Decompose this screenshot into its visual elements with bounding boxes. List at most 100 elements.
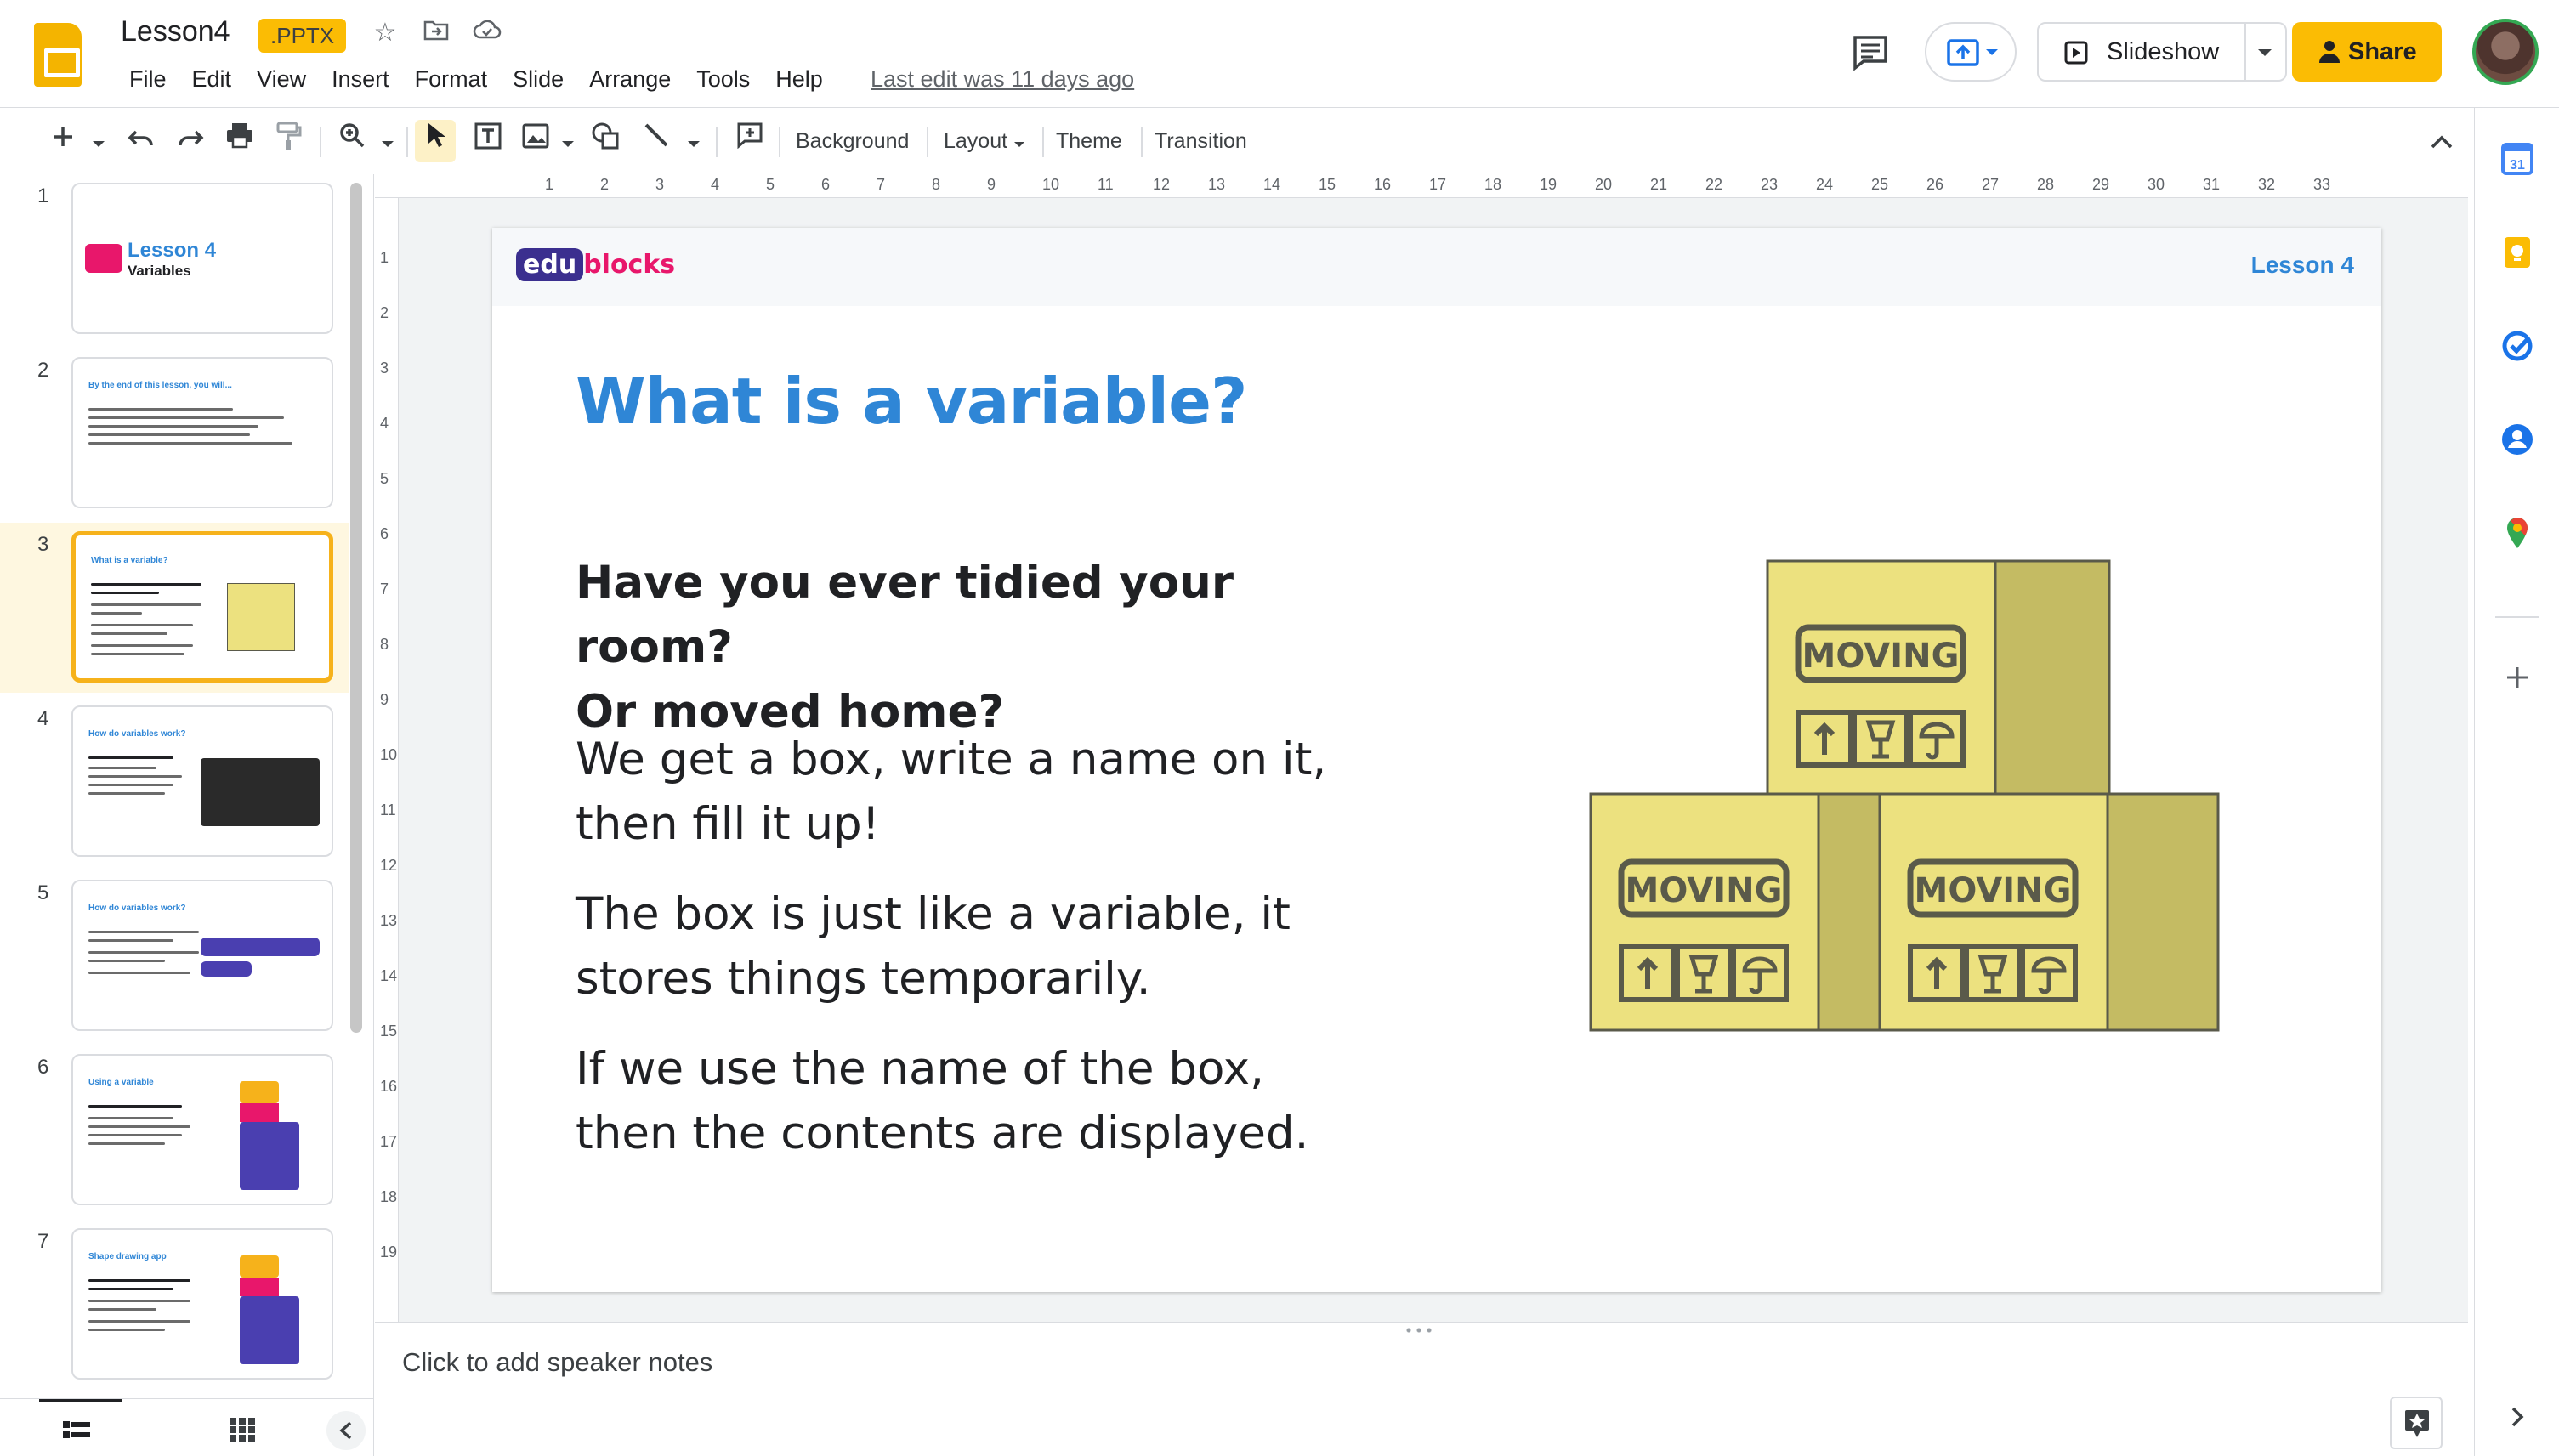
slide-thumbnail[interactable]: Shape drawing app <box>71 1228 333 1380</box>
slideshow-label: Slideshow <box>2107 38 2220 65</box>
contacts-icon[interactable] <box>2500 422 2534 456</box>
filmstrip-slide-2[interactable]: 2 By the end of this lesson, you will... <box>0 348 349 518</box>
theme-button[interactable]: Theme <box>1049 122 1129 161</box>
filmstrip-view-icon[interactable] <box>63 1419 90 1444</box>
speaker-notes[interactable]: Click to add speaker notes <box>375 1337 2468 1456</box>
cloud-status-icon[interactable] <box>471 17 503 49</box>
document-title[interactable]: Lesson4 <box>121 15 230 48</box>
text-box-icon[interactable] <box>471 122 505 161</box>
filmstrip-slide-7[interactable]: 7 Shape drawing app <box>0 1220 349 1390</box>
redo-icon[interactable] <box>173 122 207 161</box>
filmstrip-slide-5[interactable]: 5 How do variables work? <box>0 871 349 1041</box>
grid-view-icon[interactable] <box>230 1418 255 1446</box>
present-to-meeting-button[interactable] <box>1925 22 2017 82</box>
slide[interactable]: edu blocks Lesson 4 What is a variable? H… <box>492 228 2381 1292</box>
ruler-tick-label: 17 <box>380 1133 398 1150</box>
menu-tools[interactable]: Tools <box>686 65 760 94</box>
ruler-tick-label: 16 <box>1374 176 1392 193</box>
vertical-ruler[interactable]: 1 2 3 4 5 6 7 8 9 10 11 12 13 14 15 16 17 18 19 <box>375 198 399 1322</box>
ruler-tick-label: 5 <box>766 176 775 193</box>
menu-arrange[interactable]: Arrange <box>579 65 681 94</box>
collapse-toolbar-chevron-up-icon[interactable] <box>2430 127 2454 156</box>
slide-title[interactable]: What is a variable? <box>576 364 1247 439</box>
new-slide-chevron-icon[interactable] <box>88 122 109 161</box>
calendar-icon[interactable]: 31 <box>2500 142 2534 176</box>
menu-view[interactable]: View <box>247 65 316 94</box>
ruler-tick-label: 15 <box>1319 176 1336 193</box>
slide-thumbnail[interactable]: By the end of this lesson, you will... <box>71 357 333 508</box>
slide-question-text[interactable]: Have you ever tidied your room? Or moved… <box>576 551 1392 745</box>
slides-logo-icon[interactable] <box>34 23 82 87</box>
share-button[interactable]: Share <box>2292 22 2442 82</box>
get-add-ons-plus-icon[interactable] <box>2500 660 2534 694</box>
menu-edit[interactable]: Edit <box>182 65 242 94</box>
slide-number: 1 <box>37 184 49 207</box>
comments-icon[interactable] <box>1850 34 1891 71</box>
slide-thumbnail[interactable]: How do variables work? <box>71 880 333 1031</box>
notes-resize-handle[interactable] <box>375 1322 2468 1337</box>
layout-button[interactable]: Layout <box>937 122 1032 161</box>
layout-label: Layout <box>944 129 1008 153</box>
slide-thumbnail[interactable]: Lesson 4 Variables <box>71 183 333 334</box>
slide-number: 6 <box>37 1056 49 1079</box>
slide-thumbnail[interactable]: How do variables work? <box>71 705 333 857</box>
collapse-filmstrip-button[interactable] <box>326 1411 366 1450</box>
ruler-tick-label: 16 <box>380 1078 398 1095</box>
menu-slide[interactable]: Slide <box>502 65 574 94</box>
ruler-tick-label: 8 <box>380 636 389 653</box>
menu-insert[interactable]: Insert <box>321 65 400 94</box>
speaker-notes-placeholder[interactable]: Click to add speaker notes <box>402 1347 712 1378</box>
star-icon[interactable]: ☆ <box>369 17 401 49</box>
layout-chevron-icon <box>1014 142 1025 147</box>
line-icon[interactable] <box>639 122 673 161</box>
slideshow-dropdown-button[interactable] <box>2246 22 2287 82</box>
add-comment-icon[interactable] <box>733 122 767 161</box>
menu-file[interactable]: File <box>119 65 177 94</box>
background-button[interactable]: Background <box>789 122 916 161</box>
menu-format[interactable]: Format <box>405 65 498 94</box>
moving-boxes-image[interactable]: MOVING MOVING MOVING <box>1589 559 2220 1035</box>
new-slide-icon[interactable] <box>48 122 78 161</box>
ruler-tick-label: 9 <box>987 176 996 193</box>
keep-icon[interactable] <box>2500 235 2534 269</box>
filmstrip-slide-1[interactable]: 1 Lesson 4 Variables <box>0 174 349 344</box>
slide-paragraph-2[interactable]: The box is just like a variable, it stor… <box>576 882 1392 1011</box>
filmstrip-slide-6[interactable]: 6 Using a variable <box>0 1045 349 1215</box>
horizontal-ruler[interactable]: 1 2 3 4 5 6 7 8 9 10 11 12 13 14 15 16 17 18 19 20 21 22 23 24 2… <box>375 174 2468 198</box>
thumb-blocks-image <box>240 1255 279 1278</box>
explore-button[interactable] <box>2390 1397 2443 1449</box>
slideshow-button[interactable]: Slideshow <box>2037 22 2246 82</box>
undo-icon[interactable] <box>124 122 158 161</box>
maps-icon[interactable] <box>2500 516 2534 550</box>
slide-thumbnail[interactable]: Using a variable <box>71 1054 333 1205</box>
insert-image-icon[interactable] <box>519 122 553 161</box>
shape-icon[interactable] <box>588 122 622 161</box>
ruler-tick-label: 19 <box>380 1244 398 1261</box>
filmstrip-slide-3[interactable]: 3 What is a variable? <box>0 523 349 693</box>
last-edit-link[interactable]: Last edit was 11 days ago <box>871 66 1134 93</box>
filmstrip-slide-4[interactable]: 4 How do variables work? <box>0 697 349 867</box>
select-pointer-icon[interactable] <box>420 122 451 161</box>
image-chevron-icon[interactable] <box>558 122 578 161</box>
move-folder-icon[interactable] <box>420 17 452 49</box>
transition-button[interactable]: Transition <box>1148 122 1254 161</box>
svg-text:31: 31 <box>2510 158 2525 173</box>
thumb-title: How do variables work? <box>88 904 186 913</box>
menu-help[interactable]: Help <box>765 65 833 94</box>
zoom-chevron-icon[interactable] <box>377 122 398 161</box>
show-side-panel-chevron-icon[interactable] <box>2500 1400 2534 1434</box>
paragraph-line: stores things temporarily. <box>576 953 1151 1005</box>
account-avatar[interactable] <box>2472 19 2539 85</box>
slide-paragraph-3[interactable]: If we use the name of the box, then the … <box>576 1037 1392 1166</box>
tasks-icon[interactable] <box>2500 329 2534 363</box>
paragraph-line: If we use the name of the box, <box>576 1043 1264 1095</box>
slide-thumbnail-selected[interactable]: What is a variable? <box>71 531 333 683</box>
line-chevron-icon[interactable] <box>684 122 704 161</box>
zoom-icon[interactable] <box>335 122 369 161</box>
print-icon[interactable] <box>223 122 257 161</box>
thumb-title: Using a variable <box>88 1078 154 1087</box>
paint-format-icon[interactable] <box>272 122 306 161</box>
filmstrip-scrollbar[interactable] <box>350 183 362 1033</box>
ruler-tick-label: 1 <box>380 249 389 266</box>
slide-paragraph-1[interactable]: We get a box, write a name on it, then f… <box>576 728 1392 857</box>
